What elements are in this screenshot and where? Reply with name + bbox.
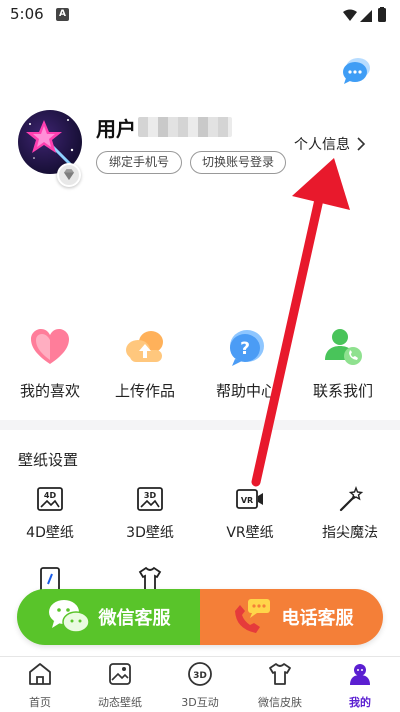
- chevron-right-icon: [357, 137, 366, 151]
- magic-wand-icon: [339, 486, 364, 512]
- vip-diamond-icon: [57, 163, 81, 187]
- svg-text:3D: 3D: [144, 491, 157, 500]
- message-icon[interactable]: [340, 56, 372, 86]
- wechat-service-button[interactable]: 微信客服: [17, 589, 200, 645]
- quick-action-contact[interactable]: 联系我们: [293, 326, 393, 400]
- phone-service-button[interactable]: 电话客服: [200, 589, 383, 645]
- wallpaper-settings-title: 壁纸设置: [18, 451, 79, 469]
- status-bar: 5:06 A: [0, 0, 400, 30]
- contact-icon: [325, 329, 362, 365]
- svg-text:3D: 3D: [193, 671, 207, 681]
- quick-action-help[interactable]: ? 帮助中心: [196, 326, 296, 400]
- wallpaper-option-label: VR壁纸: [226, 525, 274, 541]
- section-divider: [0, 420, 400, 430]
- svg-text:VR: VR: [241, 496, 253, 505]
- 3d-icon: 3D: [188, 662, 212, 686]
- tab-mine[interactable]: 我的: [320, 661, 400, 711]
- tab-label: 微信皮肤: [258, 696, 302, 709]
- wallpaper-option-label: 指尖魔法: [322, 525, 378, 541]
- heart-icon: [31, 329, 69, 364]
- fingertip-magic-button[interactable]: 指尖魔法: [300, 486, 400, 542]
- notification-icon: A: [56, 8, 69, 21]
- username: 用户: [96, 116, 136, 141]
- wallpaper-vr-button[interactable]: VR VR壁纸: [200, 486, 300, 542]
- tab-wechat-skin[interactable]: 微信皮肤: [240, 661, 320, 711]
- status-icons: [343, 7, 386, 22]
- quick-action-label: 我的喜欢: [19, 382, 80, 400]
- wallpaper-vr-icon: VR: [236, 489, 263, 509]
- quick-action-upload[interactable]: 上传作品: [95, 326, 195, 400]
- wallpaper-3d-icon: 3D: [137, 487, 163, 511]
- username-redacted: [138, 117, 232, 137]
- wallpaper-option-label: 4D壁纸: [26, 525, 74, 541]
- switch-account-button[interactable]: 切换账号登录: [190, 151, 286, 174]
- tab-home[interactable]: 首页: [0, 661, 80, 711]
- shirt-icon: [269, 663, 291, 685]
- quick-action-label: 上传作品: [114, 382, 175, 400]
- wechat-icon: [48, 600, 90, 633]
- tab-label: 动态壁纸: [98, 696, 142, 709]
- customer-service-bar: 微信客服 电话客服: [17, 589, 383, 645]
- wallpaper-3d-button[interactable]: 3D 3D壁纸: [100, 486, 200, 542]
- wechat-service-label: 微信客服: [98, 608, 171, 629]
- status-time: 5:06: [10, 5, 44, 23]
- phone-icon: [234, 599, 270, 633]
- phone-service-label: 电话客服: [281, 608, 354, 629]
- help-icon: ?: [230, 330, 264, 366]
- wallpaper-4d-button[interactable]: 4D 4D壁纸: [0, 486, 100, 542]
- svg-text:?: ?: [240, 339, 250, 359]
- tab-label: 3D互动: [181, 696, 219, 709]
- username-row: 用户: [96, 114, 232, 141]
- bind-phone-button[interactable]: 绑定手机号: [96, 151, 182, 174]
- bottom-tab-bar: 首页 动态壁纸 3D 3D互动 微信皮肤 我的: [0, 656, 400, 712]
- tab-live-wallpaper[interactable]: 动态壁纸: [80, 661, 160, 711]
- tab-3d-interactive[interactable]: 3D 3D互动: [160, 661, 240, 711]
- cloud-upload-icon: [126, 331, 163, 362]
- tab-label: 首页: [29, 696, 51, 709]
- profile-info-label: 个人信息: [294, 137, 350, 153]
- tab-label: 我的: [349, 696, 371, 709]
- wallpaper-option-label: 3D壁纸: [126, 525, 174, 541]
- profile-info-link[interactable]: 个人信息: [294, 134, 366, 154]
- live-wallpaper-icon: [109, 663, 131, 685]
- wallpaper-4d-icon: 4D: [37, 487, 63, 511]
- quick-action-favorites[interactable]: 我的喜欢: [0, 326, 100, 400]
- profile-icon: [350, 664, 370, 685]
- quick-action-label: 帮助中心: [215, 382, 276, 400]
- svg-text:4D: 4D: [44, 491, 57, 500]
- quick-action-label: 联系我们: [312, 382, 373, 400]
- home-icon: [29, 663, 51, 685]
